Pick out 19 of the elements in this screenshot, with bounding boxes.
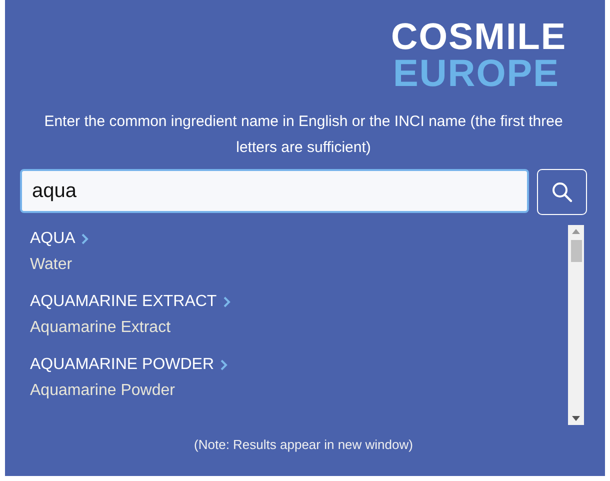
search-button[interactable] — [537, 169, 587, 215]
logo: COSMILE EUROPE — [391, 18, 568, 93]
search-icon — [551, 181, 573, 203]
scroll-up-icon[interactable] — [572, 229, 580, 234]
common-name: Water — [30, 255, 72, 275]
common-name: Aquamarine Extract — [30, 318, 171, 338]
chevron-icon — [220, 359, 228, 371]
chevron-icon — [81, 233, 90, 245]
scrollbar[interactable] — [568, 225, 584, 425]
note-text: (Note: Results appear in new window) — [193, 437, 414, 452]
ingredient-link[interactable]: AQUA — [30, 229, 90, 249]
chevron-icon — [222, 296, 231, 308]
scroll-down-icon[interactable] — [572, 416, 580, 421]
scrollbar-thumb[interactable] — [570, 240, 582, 262]
ingredient-link[interactable]: AQUAMARINE EXTRACT — [30, 292, 231, 312]
ingredient-link[interactable]: AQUAMARINE POWDER — [30, 355, 228, 375]
search-field[interactable]: aqua — [20, 169, 529, 213]
common-name: Aquamarine Powder — [30, 381, 175, 401]
instructions-text: Enter the common ingredient name in English or the INCI name (the first three letters are sufficient) — [43, 112, 564, 158]
